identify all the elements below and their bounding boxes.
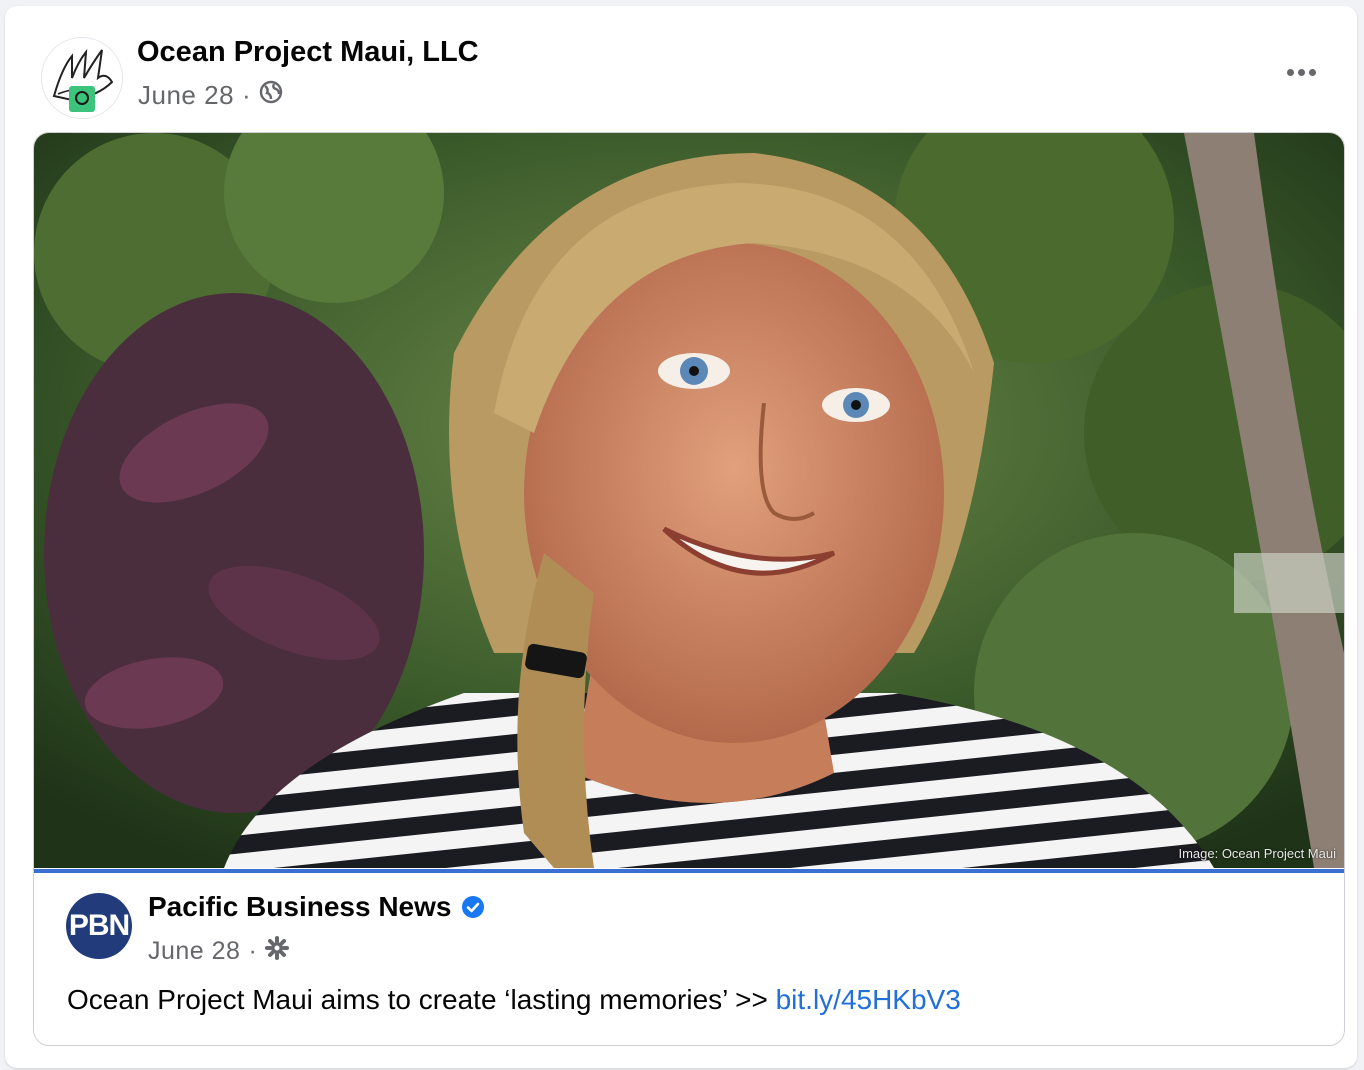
meta-separator: ·	[242, 80, 252, 110]
shark-logo-icon	[42, 38, 122, 118]
meta-separator: ·	[248, 937, 258, 965]
shared-post-date[interactable]: June 28	[148, 937, 240, 966]
shared-post-meta: June 28 ·	[148, 936, 290, 967]
shared-post-link[interactable]: bit.ly/45HKbV3	[776, 984, 961, 1015]
shared-author: Pacific Business News	[148, 891, 485, 923]
shared-post-text: Ocean Project Maui aims to create ‘lasti…	[67, 984, 961, 1016]
post-card: Ocean Project Maui, LLC June 28 · Image:…	[5, 6, 1357, 1068]
post-author-name[interactable]: Ocean Project Maui, LLC	[137, 36, 479, 69]
more-options-button[interactable]	[1275, 54, 1327, 90]
shared-photo[interactable]	[34, 133, 1344, 868]
post-meta: June 28 ·	[138, 80, 283, 111]
accent-divider	[34, 869, 1344, 873]
dot	[1308, 68, 1316, 76]
page-avatar[interactable]	[41, 37, 123, 119]
shared-author-name[interactable]: Pacific Business News	[148, 891, 451, 923]
post-date[interactable]: June 28	[138, 80, 234, 111]
verified-badge-icon	[462, 896, 485, 918]
photo-credit: Image: Ocean Project Maui	[1178, 846, 1336, 861]
shared-post-body: Ocean Project Maui aims to create ‘lasti…	[67, 984, 768, 1015]
more-horizontal-icon	[1286, 68, 1294, 76]
shared-post-attachment[interactable]: Image: Ocean Project Maui PBN Pacific Bu…	[33, 132, 1345, 1046]
dot	[1297, 68, 1305, 76]
pbn-logo[interactable]: PBN	[66, 893, 132, 959]
gear-icon[interactable]	[265, 936, 290, 967]
globe-icon[interactable]	[259, 80, 283, 111]
